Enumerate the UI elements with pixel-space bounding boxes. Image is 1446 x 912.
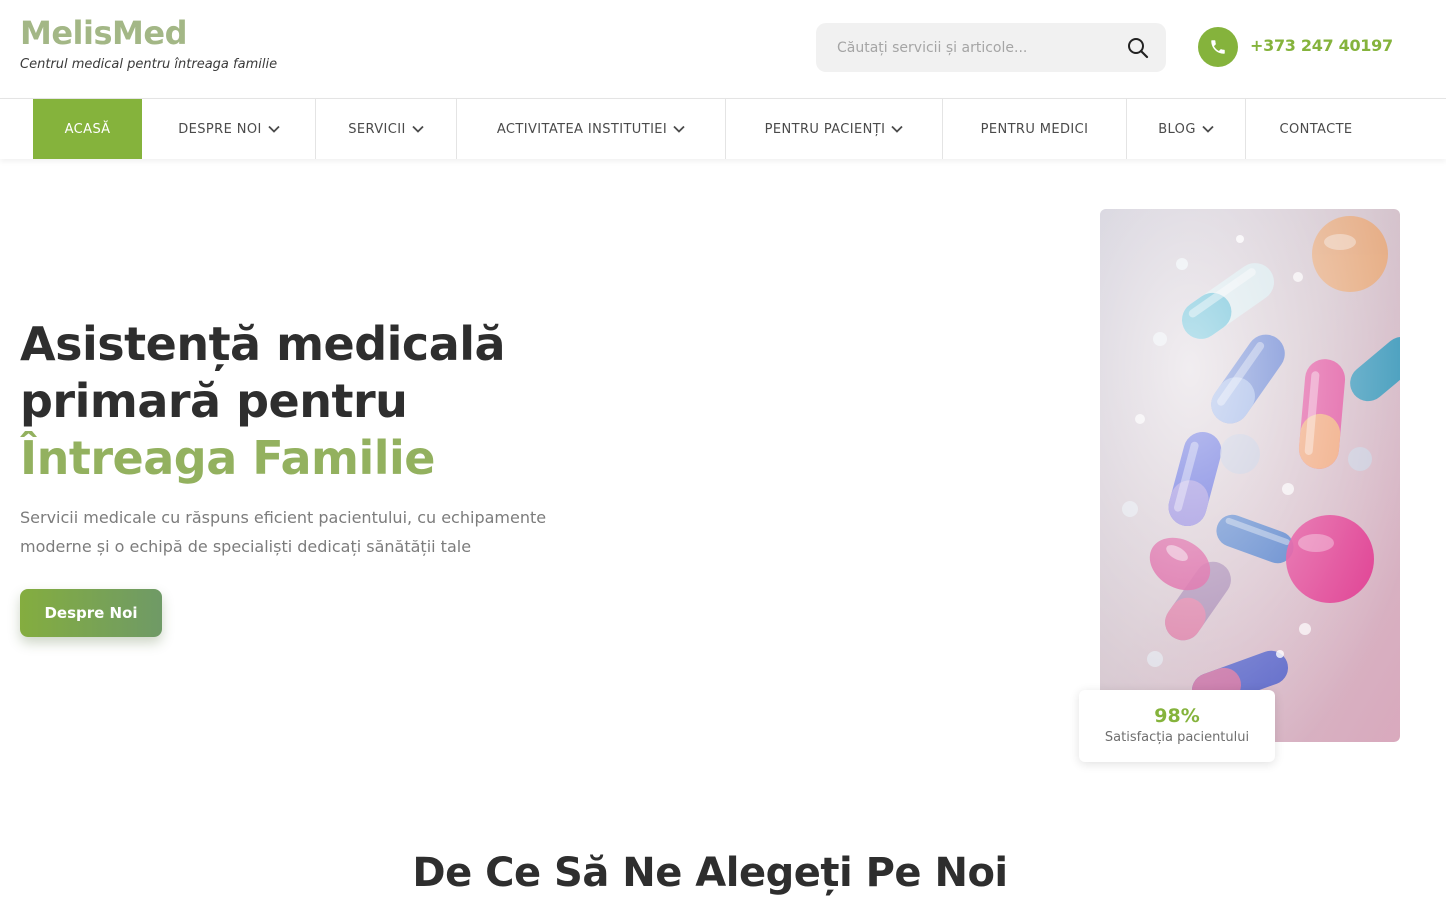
search-icon[interactable]: [1124, 35, 1152, 61]
nav-item-label: SERVICII: [348, 121, 406, 137]
search-box: [816, 23, 1166, 72]
satisfaction-value: 98%: [1154, 705, 1200, 727]
nav-item-label: BLOG: [1158, 121, 1196, 137]
nav-item-pentru-pacienti[interactable]: PENTRU PACIENȚI: [726, 99, 943, 159]
nav-item-activitatea-institutiei[interactable]: ACTIVITATEA INSTITUTIEI: [457, 99, 726, 159]
satisfaction-label: Satisfacția pacientului: [1104, 730, 1250, 745]
search-input[interactable]: [816, 23, 1116, 72]
nav-item-acasa[interactable]: ACASĂ: [33, 99, 142, 159]
site-header: MelisMed Centrul medical pentru întreaga…: [0, 0, 1446, 98]
chevron-down-icon: [891, 125, 903, 133]
nav-item-contacte[interactable]: CONTACTE: [1246, 99, 1386, 159]
chevron-down-icon: [1202, 125, 1214, 133]
chevron-down-icon: [412, 125, 424, 133]
nav-item-label: CONTACTE: [1279, 121, 1353, 137]
chevron-down-icon: [268, 125, 280, 133]
nav-item-label: PENTRU MEDICI: [980, 121, 1089, 137]
hero-pills-image: [1100, 209, 1400, 742]
hero-title-line-2: primară pentru: [20, 374, 408, 428]
why-choose-us-title: De Ce Să Ne Alegeți Pe Noi: [412, 850, 1008, 896]
nav-item-blog[interactable]: BLOG: [1127, 99, 1246, 159]
nav-item-servicii[interactable]: SERVICII: [316, 99, 457, 159]
hero-description: Servicii medicale cu răspuns eficient pa…: [20, 508, 547, 556]
phone-number-link[interactable]: +373 247 40197: [1250, 36, 1393, 55]
nav-item-despre-noi[interactable]: DESPRE NOI: [143, 99, 316, 159]
despre-noi-button[interactable]: Despre Noi: [20, 589, 162, 637]
satisfaction-card: 98% Satisfacția pacientului: [1079, 690, 1275, 762]
site-logo[interactable]: MelisMed: [20, 14, 187, 52]
chevron-down-icon: [673, 125, 685, 133]
site-tagline: Centrul medical pentru întreaga familie: [20, 57, 278, 72]
nav-item-label: ACASĂ: [64, 121, 111, 137]
nav-item-pentru-medici[interactable]: PENTRU MEDICI: [943, 99, 1127, 159]
phone-icon[interactable]: [1198, 27, 1238, 67]
nav-item-label: PENTRU PACIENȚI: [764, 121, 886, 137]
hero-title: Asistență medicală primară pentru Întrea…: [20, 316, 506, 487]
main-nav: ACASĂ DESPRE NOI SERVICII ACTIVITATEA IN…: [0, 98, 1446, 159]
nav-item-label: DESPRE NOI: [178, 121, 262, 137]
nav-item-label: ACTIVITATEA INSTITUTIEI: [496, 121, 668, 137]
hero-title-line-1: Asistență medicală: [20, 317, 506, 371]
hero-title-accent: Întreaga Familie: [20, 431, 435, 485]
